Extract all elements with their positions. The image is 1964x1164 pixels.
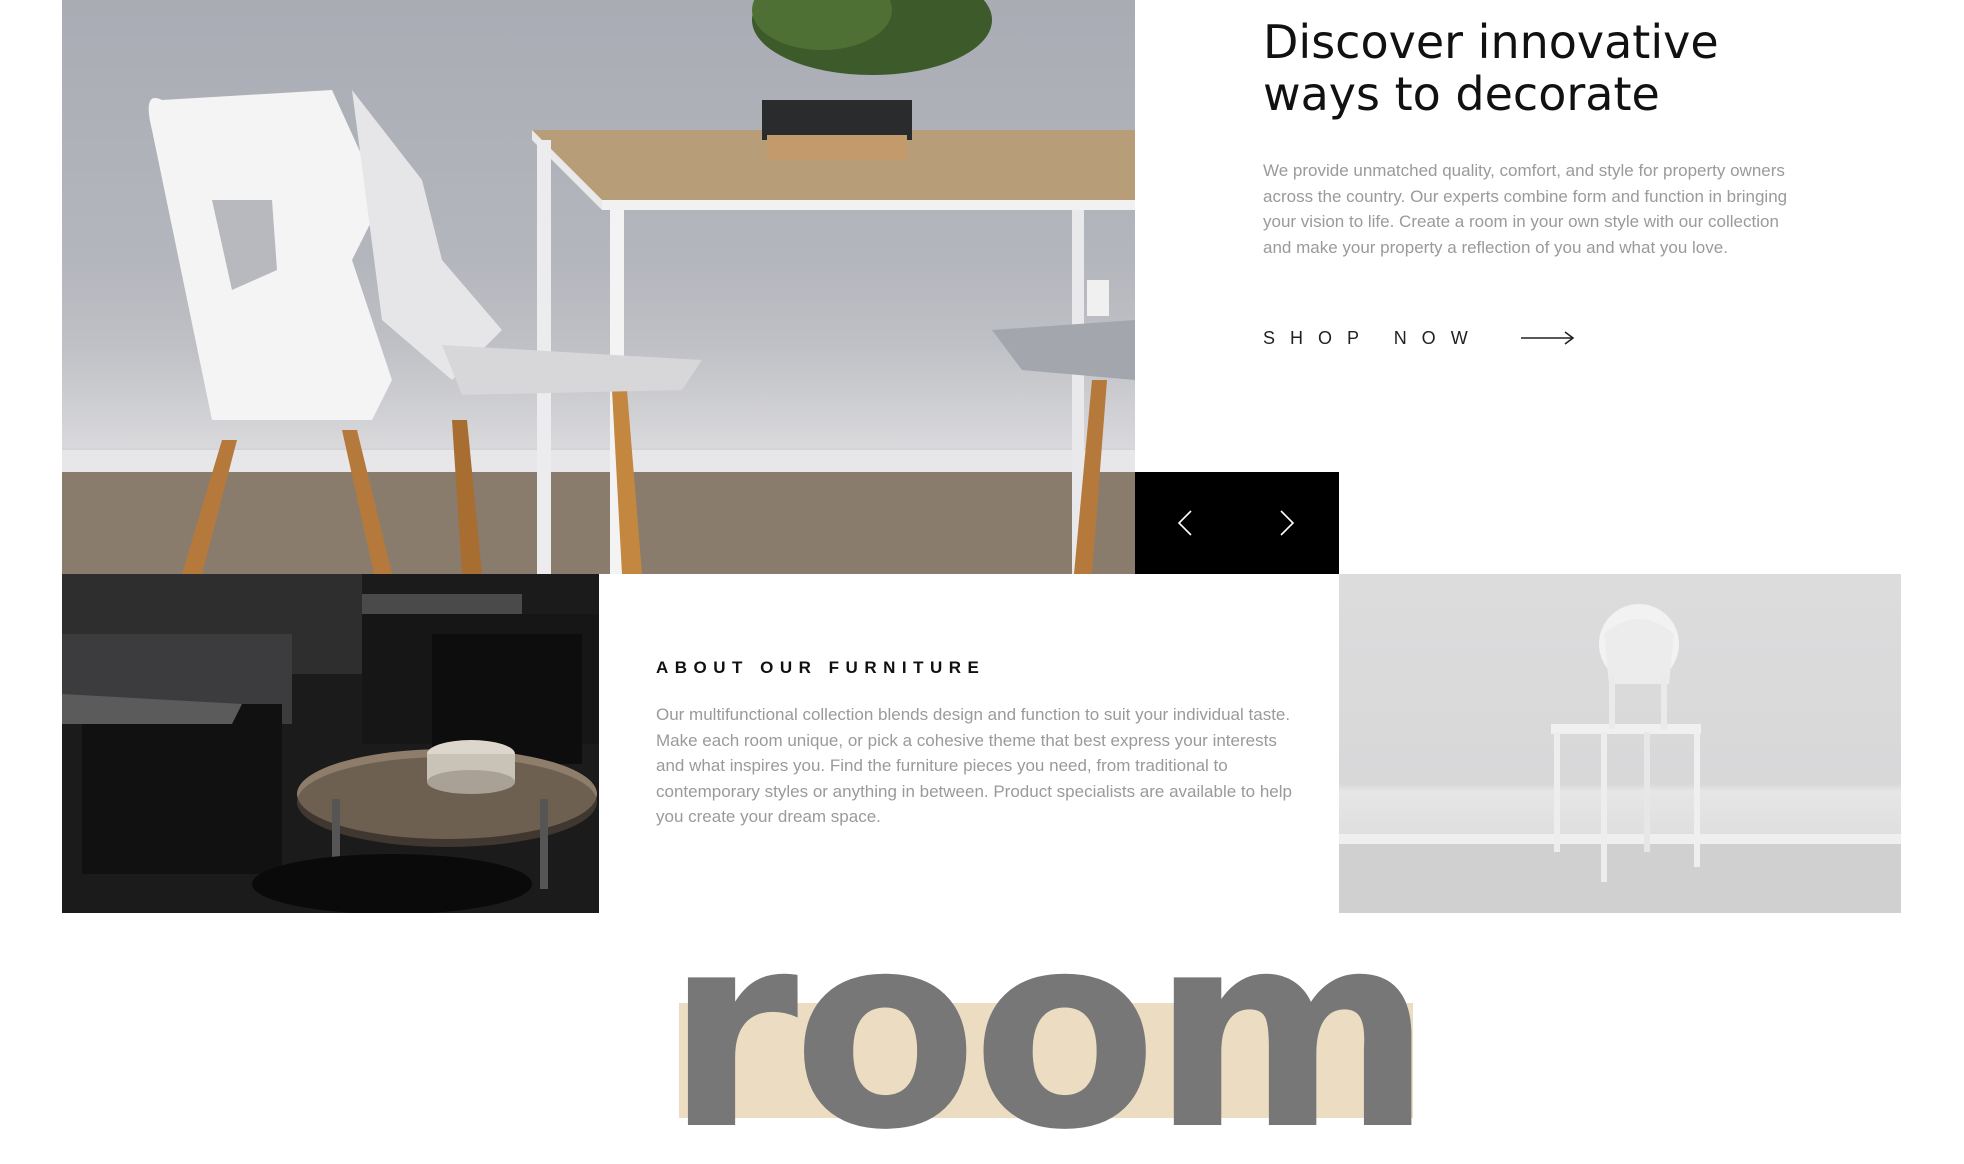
- hero-description: We provide unmatched quality, comfort, a…: [1263, 161, 1788, 257]
- lounge-photo: [62, 574, 599, 913]
- hero-title-line-1: Discover innovative: [1263, 15, 1719, 69]
- room-wordmark: room: [679, 930, 1413, 1150]
- shop-now-label: SHOP NOW: [1263, 327, 1483, 348]
- about-description: Our multifunctional collection blends de…: [656, 705, 1292, 826]
- next-slide-button[interactable]: [1267, 503, 1307, 543]
- arrow-right-icon: [1520, 331, 1575, 345]
- room-wordmark-text: room: [679, 930, 1413, 1150]
- about-title: ABOUT OUR FURNITURE: [656, 658, 986, 677]
- chair-photo: [1339, 574, 1901, 913]
- hero-title: Discover innovative ways to decorate: [1263, 16, 1783, 120]
- slider-controls: [1135, 472, 1339, 574]
- previous-slide-button[interactable]: [1165, 503, 1205, 543]
- hero-title-line-2: ways to decorate: [1263, 67, 1660, 121]
- shop-now-link[interactable]: SHOP NOW: [1263, 324, 1575, 352]
- chevron-right-icon: [1280, 510, 1295, 536]
- hero-photo: [62, 0, 1135, 574]
- chevron-left-icon: [1177, 510, 1192, 536]
